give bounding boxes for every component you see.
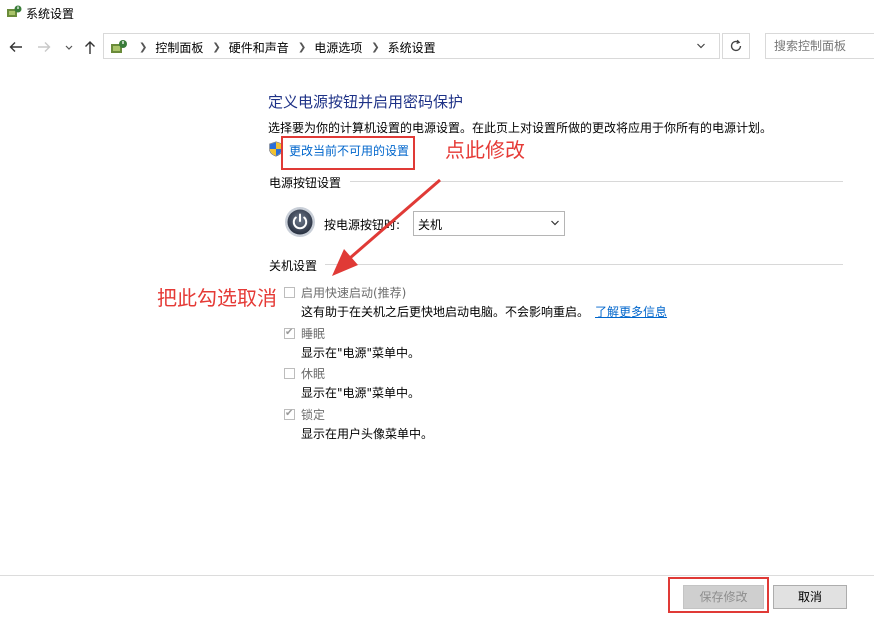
lock-checkbox[interactable]: ✔ <box>284 408 295 420</box>
power-options-app-icon <box>7 5 22 17</box>
breadcrumb: ❯ 控制面板 ❯ 硬件和声音 ❯ 电源选项 ❯ 系统设置 <box>130 39 436 56</box>
arrow-right-icon <box>38 42 51 52</box>
breadcrumb-separator-icon: ❯ <box>212 42 221 53</box>
breadcrumb-item-system-settings[interactable]: 系统设置 <box>388 39 436 56</box>
up-button[interactable] <box>81 38 99 56</box>
breadcrumb-item-hardware-sound[interactable]: 硬件和声音 <box>229 39 289 56</box>
chevron-down-icon <box>697 43 705 49</box>
breadcrumb-separator-icon: ❯ <box>297 42 307 53</box>
address-dropdown-button[interactable] <box>693 39 709 58</box>
annotation-arrow <box>332 178 441 276</box>
arrow-up-icon <box>85 41 95 54</box>
window-title: 系统设置 <box>26 7 75 21</box>
annotation-box-save-button <box>668 577 769 613</box>
breadcrumb-item-power-options[interactable]: 电源选项 <box>314 39 362 56</box>
back-button[interactable] <box>7 38 25 56</box>
search-input[interactable] <box>774 35 874 57</box>
refresh-button[interactable] <box>722 33 750 59</box>
hibernate-label: 休眠 <box>301 367 326 381</box>
sleep-label: 睡眠 <box>301 327 326 341</box>
sleep-description: 显示在"电源"菜单中。 <box>301 346 421 360</box>
title-bar: 系统设置 <box>0 0 874 28</box>
annotation-box-change-link <box>281 136 415 170</box>
breadcrumb-separator-icon: ❯ <box>139 42 148 53</box>
hibernate-description: 显示在"电源"菜单中。 <box>301 386 421 400</box>
chevron-down-icon <box>65 45 73 50</box>
search-box[interactable] <box>765 33 874 59</box>
forward-button[interactable] <box>35 38 53 56</box>
annotation-uncheck-here: 把此勾选取消 <box>157 286 277 310</box>
hibernate-checkbox[interactable] <box>284 368 295 379</box>
cancel-button[interactable]: 取消 <box>773 585 847 609</box>
fast-startup-description: 这有助于在关机之后更快地启动电脑。不会影响重启。 了解更多信息 <box>301 303 667 320</box>
fast-startup-label: 启用快速启动(推荐) <box>301 286 407 300</box>
control-panel-icon <box>111 40 127 53</box>
sleep-checkbox[interactable]: ✔ <box>284 327 295 339</box>
arrow-left-icon <box>9 42 22 52</box>
lock-description: 显示在用户头像菜单中。 <box>301 427 434 441</box>
breadcrumb-item-control-panel[interactable]: 控制面板 <box>155 39 203 56</box>
checkmark-icon: ✔ <box>285 408 294 419</box>
annotation-click-here: 点此修改 <box>445 138 525 162</box>
lock-label: 锁定 <box>301 408 326 422</box>
address-bar[interactable]: ❯ 控制面板 ❯ 硬件和声音 ❯ 电源选项 ❯ 系统设置 <box>103 33 720 59</box>
breadcrumb-separator-icon: ❯ <box>371 42 380 53</box>
refresh-icon <box>730 39 742 52</box>
shutdown-section-title: 关机设置 <box>269 259 318 273</box>
learn-more-link[interactable]: 了解更多信息 <box>595 305 667 319</box>
power-button-icon <box>285 207 315 237</box>
checkmark-icon: ✔ <box>285 327 294 338</box>
page-title: 定义电源按钮并启用密码保护 <box>268 93 464 111</box>
fast-startup-description-text: 这有助于在关机之后更快地启动电脑。不会影响重启。 <box>301 305 590 319</box>
footer-divider <box>0 575 874 576</box>
fast-startup-checkbox[interactable] <box>284 287 295 298</box>
chevron-down-icon <box>551 220 559 226</box>
recent-locations-button[interactable] <box>60 38 78 56</box>
